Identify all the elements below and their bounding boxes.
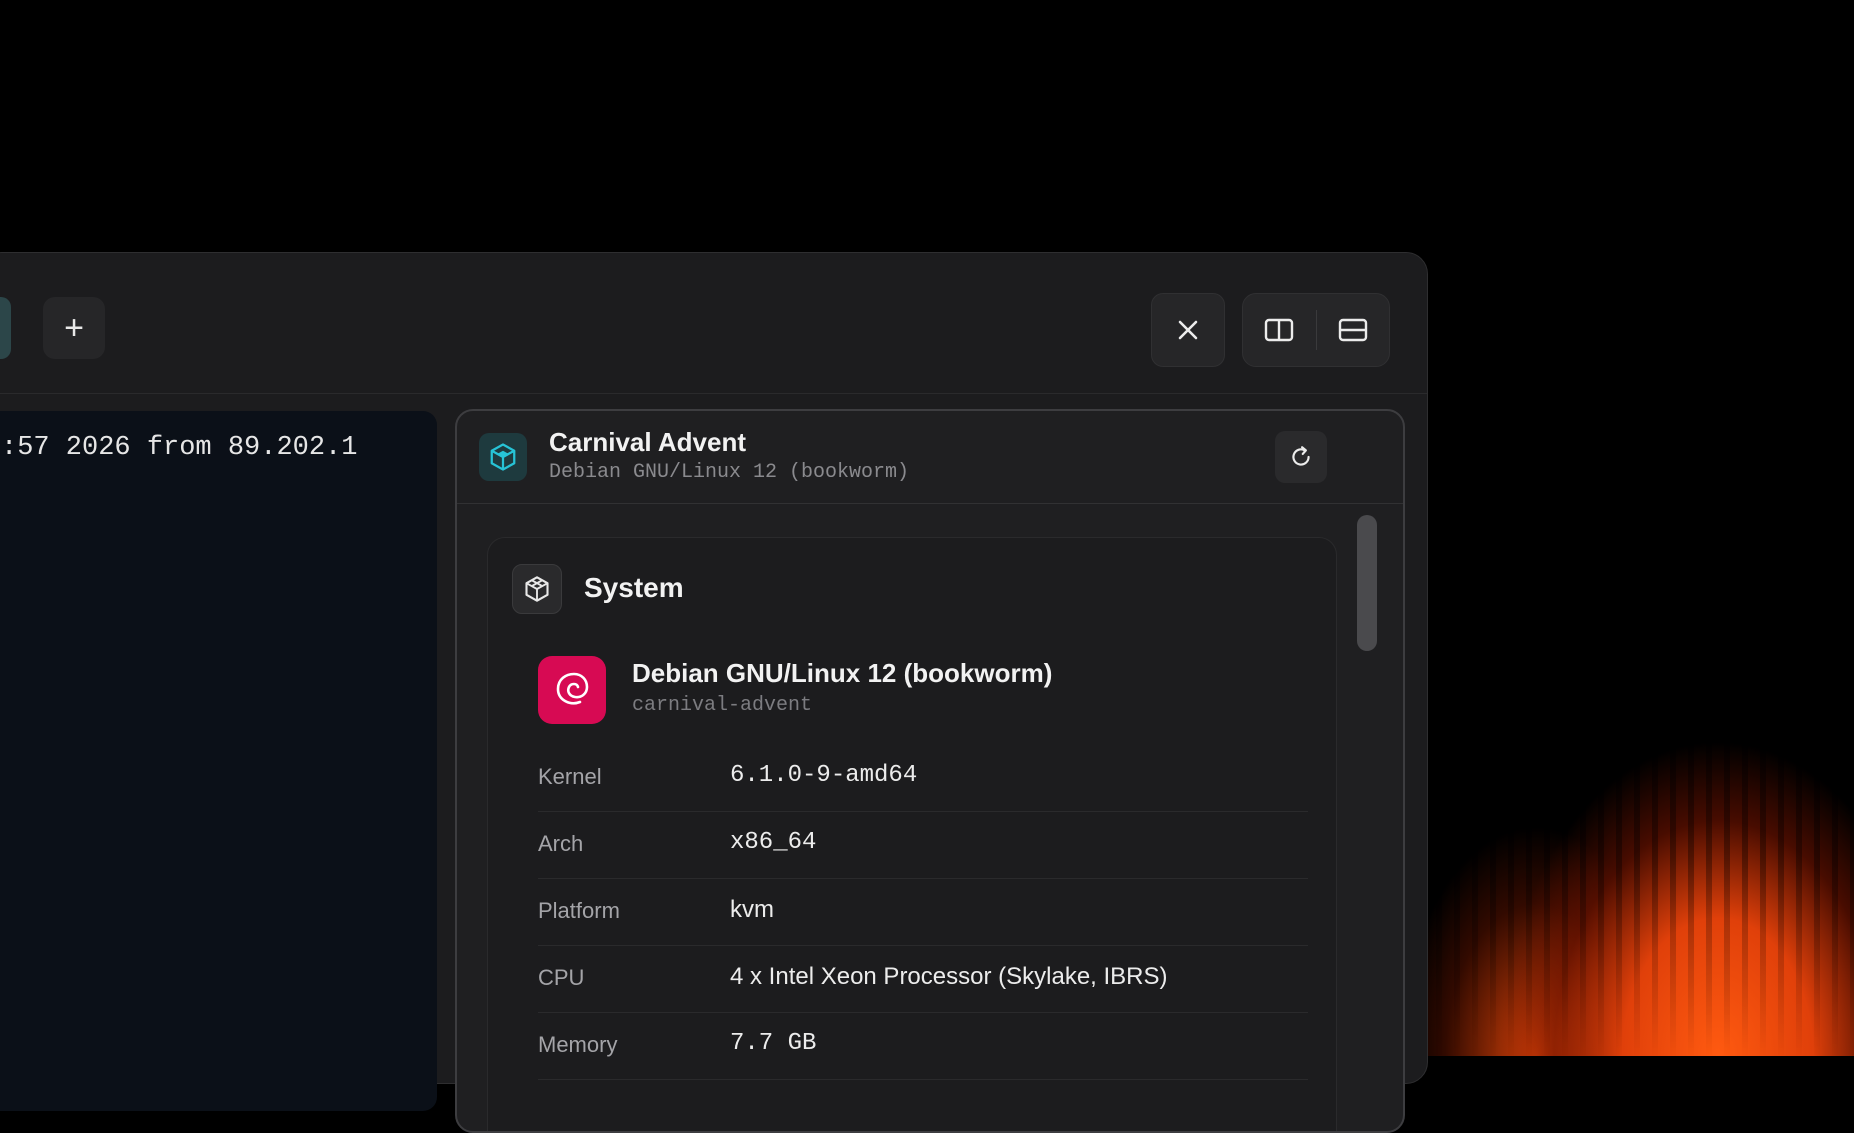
host-os: Debian GNU/Linux 12 (bookworm)	[549, 461, 910, 484]
host-name: Carnival Advent	[549, 427, 746, 457]
split-horizontal-button[interactable]	[1317, 294, 1389, 366]
info-value: 4 x Intel Xeon Processor (Skylake, IBRS)	[730, 963, 1168, 990]
refresh-icon	[1292, 446, 1310, 466]
os-name: Debian GNU/Linux 12 (bookworm)	[632, 658, 1053, 688]
add-tab-button[interactable]: +	[43, 297, 105, 359]
split-vertical-icon	[1264, 318, 1294, 342]
host-icon	[479, 433, 527, 481]
info-value: 7.7 GB	[730, 1030, 817, 1057]
cube-icon	[490, 443, 516, 471]
info-key: Platform	[538, 898, 620, 923]
info-key: Kernel	[538, 764, 602, 789]
background-flame	[1400, 620, 1854, 1056]
scrollbar-thumb[interactable]	[1357, 515, 1377, 651]
terminal-pane[interactable]: :57 2026 from 89.202.1	[0, 411, 437, 1111]
info-key: CPU	[538, 965, 585, 990]
app-window: ✕ + :57 2026 from 89.202.	[0, 252, 1428, 1133]
close-icon	[1178, 320, 1198, 340]
info-key: Memory	[538, 1032, 618, 1057]
split-horizontal-icon	[1338, 318, 1368, 342]
debian-swirl-icon	[556, 672, 589, 705]
info-value: 6.1.0-9-amd64	[730, 762, 918, 789]
tab-bar: ✕ +	[0, 253, 1427, 394]
host-info-panel: Carnival Advent Debian GNU/Linux 12 (boo…	[455, 409, 1405, 1133]
info-row-cpu: CPU 4 x Intel Xeon Processor (Skylake, I…	[538, 945, 1308, 1013]
os-hostname: carnival-advent	[632, 694, 813, 717]
panel-header: Carnival Advent Debian GNU/Linux 12 (boo…	[457, 411, 1403, 504]
cube-outline-icon	[525, 576, 549, 602]
close-pane-button[interactable]	[1151, 293, 1225, 367]
system-icon-box	[512, 564, 562, 614]
card-title: System	[584, 572, 684, 603]
info-value: kvm	[730, 896, 774, 923]
split-vertical-button[interactable]	[1243, 294, 1315, 366]
info-row-platform: Platform kvm	[538, 878, 1308, 946]
info-key: Arch	[538, 831, 584, 856]
tab-close-button[interactable]: ✕	[0, 297, 11, 359]
info-value: x86_64	[730, 829, 817, 856]
split-controls	[1242, 293, 1390, 367]
info-row-arch: Arch x86_64	[538, 811, 1308, 879]
system-card: System Debian GNU/Linux 12 (bookworm) ca…	[487, 537, 1337, 1131]
refresh-button[interactable]	[1275, 431, 1327, 483]
debian-logo	[538, 656, 606, 724]
terminal-output-line: :57 2026 from 89.202.1	[1, 433, 358, 463]
info-row-kernel: Kernel 6.1.0-9-amd64	[538, 744, 1308, 812]
info-row-memory: Memory 7.7 GB	[538, 1012, 1308, 1080]
